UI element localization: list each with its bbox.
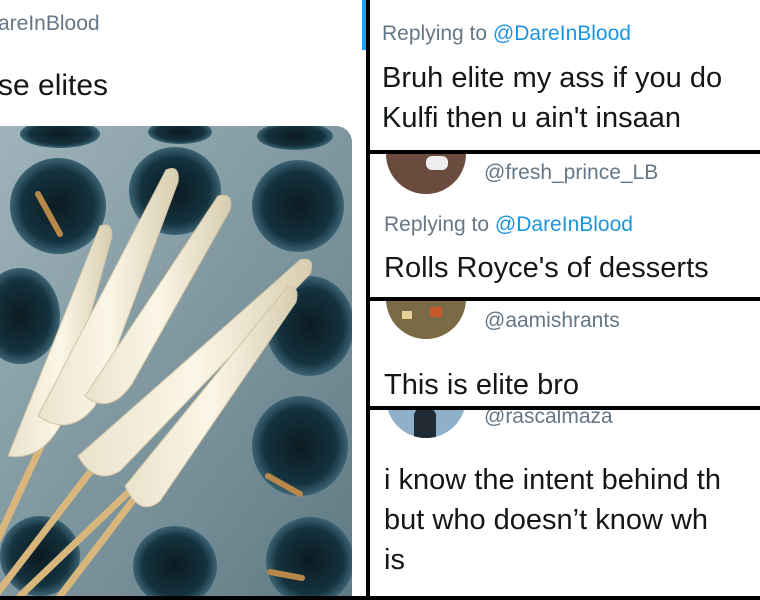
reply-card-2[interactable]: @fresh_prince_LB Replying to @DareInBloo… [370,154,760,297]
reply-card-4[interactable]: @rascalmaza i know the intent behind th … [370,410,760,596]
user-avatar[interactable] [386,410,466,438]
tweet-author-handle[interactable]: areInBlood [0,12,100,36]
user-avatar[interactable] [386,301,466,339]
reply-text-line-2: Kulfi then u ain't insaan [382,102,681,134]
reply-text-line-3: is [384,544,405,576]
mention-link[interactable]: @DareInBlood [495,213,633,236]
user-avatar[interactable] [386,154,466,194]
replying-to-text: Replying to @DareInBlood [384,213,633,237]
reply-author-handle[interactable]: @fresh_prince_LB [484,161,658,185]
reply-author-handle[interactable]: @rascalmaza [484,410,613,429]
replying-to-label: Replying to [382,22,488,45]
tweet-text: se elites [0,69,109,102]
reply-text-line-1: Bruh elite my ass if you do [382,62,723,94]
replying-to-text: Replying to @DareInBlood [382,22,631,46]
reply-card-1[interactable]: Replying to @DareInBlood Bruh elite my a… [370,0,760,150]
reply-text-line-1: This is elite bro [384,369,580,401]
reply-text-line-1: i know the intent behind th [384,464,721,496]
reply-card-3[interactable]: @aamishrants This is elite bro [370,301,760,406]
scroll-indicator [362,0,366,50]
reply-text-line-1: Rolls Royce's of desserts [384,252,709,284]
left-tweet-panel: areInBlood se elites [0,0,366,596]
mention-link[interactable]: @DareInBlood [493,22,631,45]
tweet-photo[interactable] [0,126,352,596]
kulfi-photo [0,126,352,596]
replying-to-label: Replying to [384,213,490,236]
reply-text-line-2: but who doesn’t know wh [384,504,709,536]
reply-author-handle[interactable]: @aamishrants [484,309,620,333]
